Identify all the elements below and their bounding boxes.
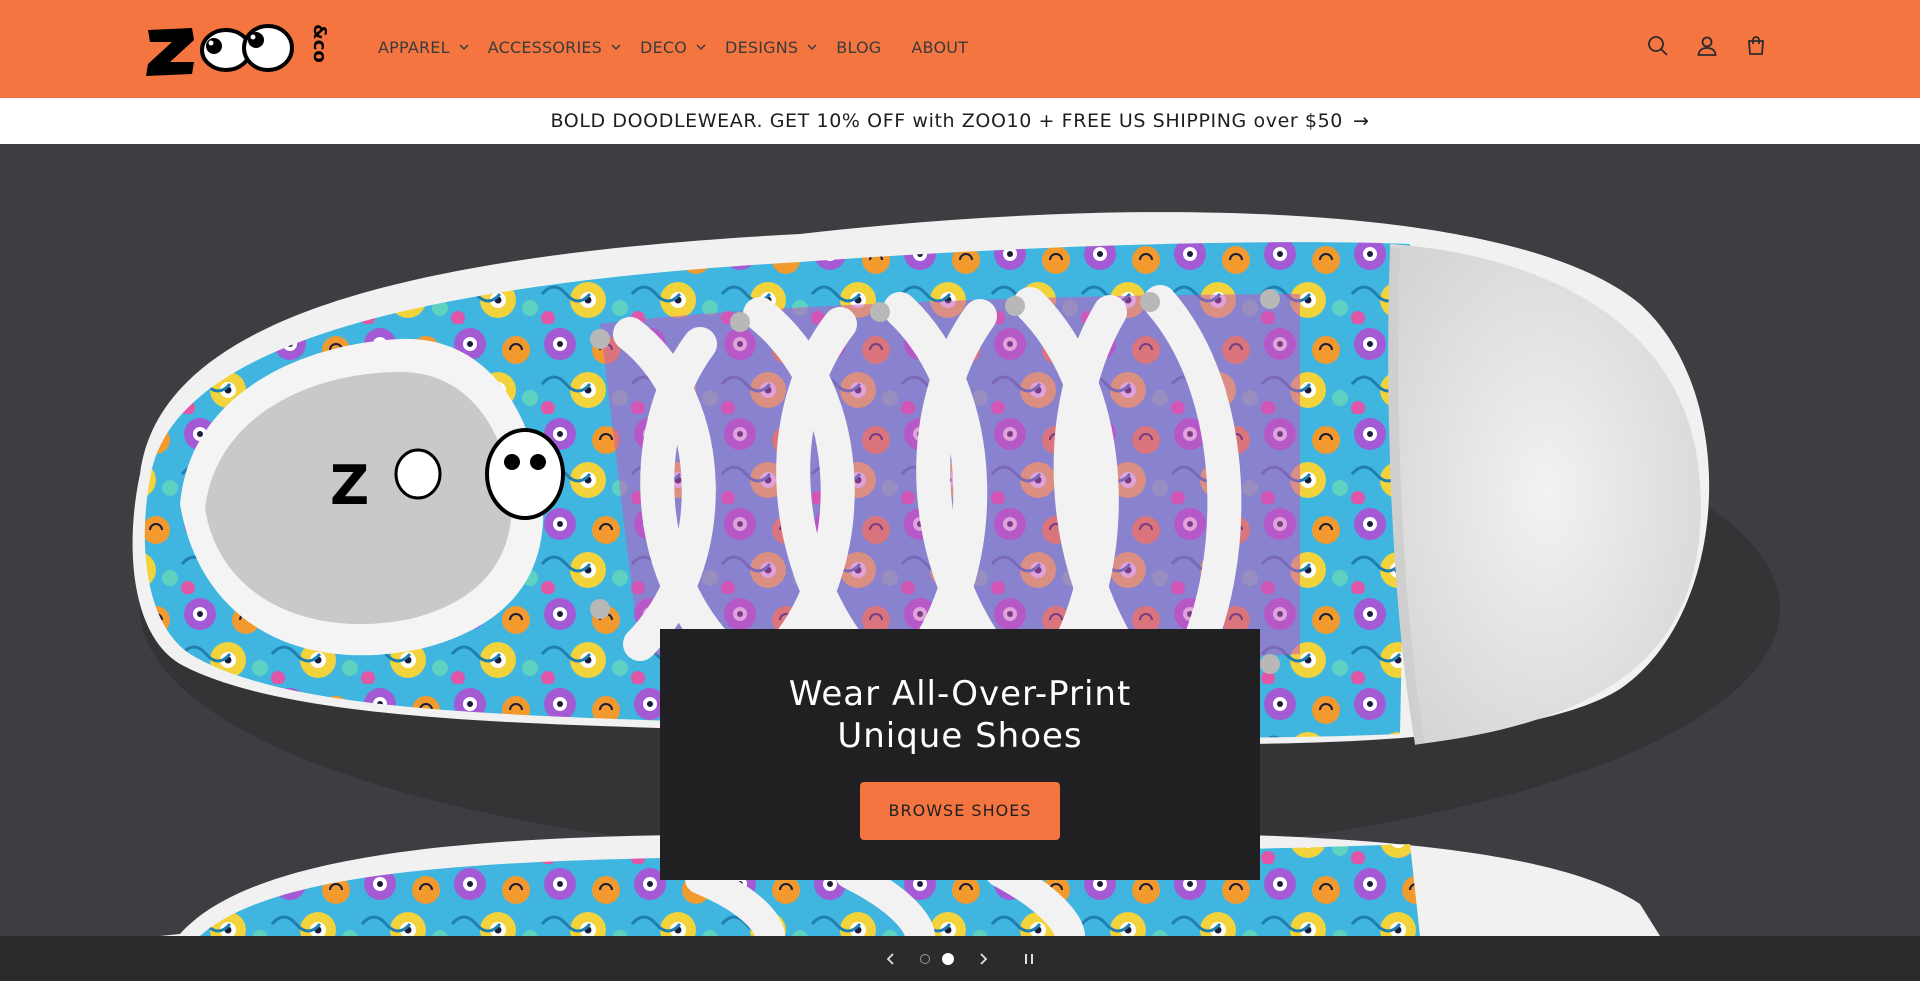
nav-accessories[interactable]: ACCESSORIES	[488, 38, 621, 57]
header-actions	[1640, 28, 1787, 64]
announcement-text: BOLD DOODLEWEAR. GET 10% OFF with ZOO10 …	[550, 110, 1343, 132]
nav-label: DECO	[640, 37, 688, 57]
chevron-left-icon	[886, 952, 894, 965]
account-icon	[1697, 36, 1717, 56]
nav-label: ACCESSORIES	[487, 37, 603, 57]
chevron-down-icon	[696, 44, 706, 51]
slider-controls	[0, 936, 1920, 981]
cart-button[interactable]	[1738, 28, 1774, 64]
page-bottom-edge	[0, 981, 1920, 993]
hero-content-box: Wear All-Over-Print Unique Shoes BROWSE …	[660, 629, 1260, 880]
announcement-bar[interactable]: BOLD DOODLEWEAR. GET 10% OFF with ZOO10 …	[0, 98, 1920, 144]
nav-blog[interactable]: BLOG	[836, 38, 881, 57]
search-icon	[1648, 36, 1668, 56]
nav-apparel[interactable]: APPAREL	[378, 38, 469, 57]
slide-dot-1[interactable]	[920, 953, 930, 964]
main-nav: APPAREL ACCESSORIES DECO DESIGNS BLOG AB…	[378, 0, 998, 94]
arrow-right-icon: →	[1353, 110, 1370, 132]
search-button[interactable]	[1640, 28, 1676, 64]
previous-slide-button[interactable]	[876, 944, 906, 974]
zoo-logo-graphic: &co	[146, 24, 330, 76]
slide-dot-2-active[interactable]	[942, 952, 954, 965]
chevron-down-icon	[611, 44, 621, 51]
hero-title: Wear All-Over-Print Unique Shoes	[788, 674, 1132, 756]
browse-shoes-button[interactable]: BROWSE SHOES	[860, 782, 1060, 840]
next-slide-button[interactable]	[968, 944, 998, 974]
pause-slideshow-button[interactable]	[1014, 944, 1044, 974]
svg-text:Z: Z	[330, 454, 369, 517]
nav-label: BLOG	[836, 37, 882, 57]
nav-label: ABOUT	[911, 37, 969, 57]
pause-icon	[1025, 953, 1033, 964]
chevron-down-icon	[459, 44, 469, 51]
account-button[interactable]	[1689, 28, 1725, 64]
nav-about[interactable]: ABOUT	[911, 38, 968, 57]
chevron-down-icon	[807, 44, 817, 51]
brand-logo[interactable]: &co	[144, 18, 330, 78]
cart-icon	[1748, 36, 1764, 55]
nav-label: APPAREL	[378, 37, 450, 57]
site-header: &co APPAREL ACCESSORIES DECO DESIGNS BLO…	[0, 0, 1920, 98]
chevron-right-icon	[980, 952, 988, 965]
nav-deco[interactable]: DECO	[640, 38, 706, 57]
nav-label: DESIGNS	[725, 37, 799, 57]
nav-designs[interactable]: DESIGNS	[725, 38, 817, 57]
svg-text:&co: &co	[309, 24, 328, 63]
hero-slideshow: Z Wear All-Over-Print Unique Shoes BROWS…	[0, 144, 1920, 936]
